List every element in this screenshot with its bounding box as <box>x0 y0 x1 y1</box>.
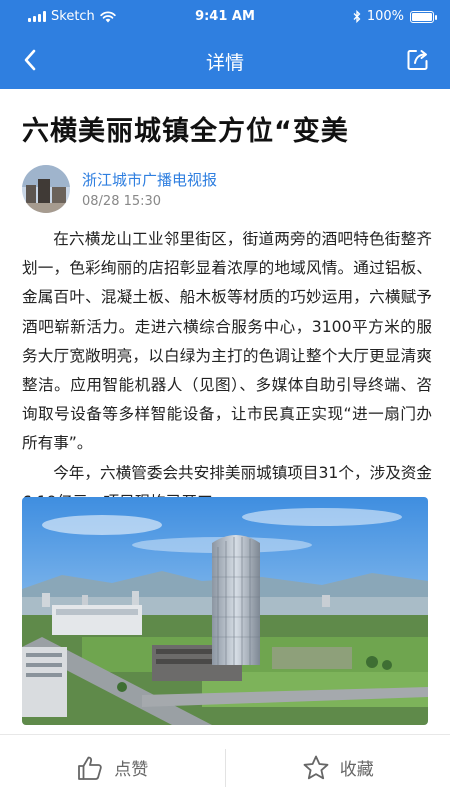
status-bar: Sketch 9:41 AM 100% <box>0 0 450 34</box>
article-content[interactable]: 六横美丽城镇全方位“变美 浙江城市广播电视报 08/28 15:30 在六横龙山… <box>0 89 450 734</box>
like-label: 点赞 <box>114 760 149 780</box>
thumbs-up-icon <box>78 756 102 780</box>
battery-icon <box>410 10 437 23</box>
bottom-action-bar: 点赞 收藏 <box>0 734 450 800</box>
like-button[interactable]: 点赞 <box>0 735 225 800</box>
favorite-label: 收藏 <box>339 760 374 780</box>
star-icon <box>303 755 329 779</box>
article-title: 六横美丽城镇全方位“变美 <box>22 116 349 147</box>
battery-level <box>412 12 432 21</box>
article-body: 在六横龙山工业邻里街区，街道两旁的酒吧特色街整齐划一，色彩绚丽的店招彰显着浓厚的… <box>22 225 432 517</box>
favorite-button[interactable]: 收藏 <box>226 735 450 800</box>
paragraph: 在六横龙山工业邻里街区，街道两旁的酒吧特色街整齐划一，色彩绚丽的店招彰显着浓厚的… <box>22 230 432 453</box>
avatar[interactable] <box>22 165 70 213</box>
city-photo-image <box>22 497 428 725</box>
share-button[interactable] <box>402 44 434 76</box>
bluetooth-icon <box>353 10 361 23</box>
avatar-image <box>22 165 70 213</box>
publish-time: 08/28 15:30 <box>82 194 162 209</box>
app-header: Sketch 9:41 AM 100% 详情 <box>0 0 450 89</box>
share-icon <box>407 50 428 70</box>
author-info: 浙江城市广播电视报 08/28 15:30 <box>22 161 432 213</box>
nav-bar: 详情 <box>0 34 450 89</box>
battery-percent: 100% <box>366 9 404 24</box>
article-photo[interactable] <box>22 497 428 725</box>
author-name[interactable]: 浙江城市广播电视报 <box>82 169 217 190</box>
status-right: 100% <box>353 9 437 24</box>
page-title: 详情 <box>205 52 244 74</box>
